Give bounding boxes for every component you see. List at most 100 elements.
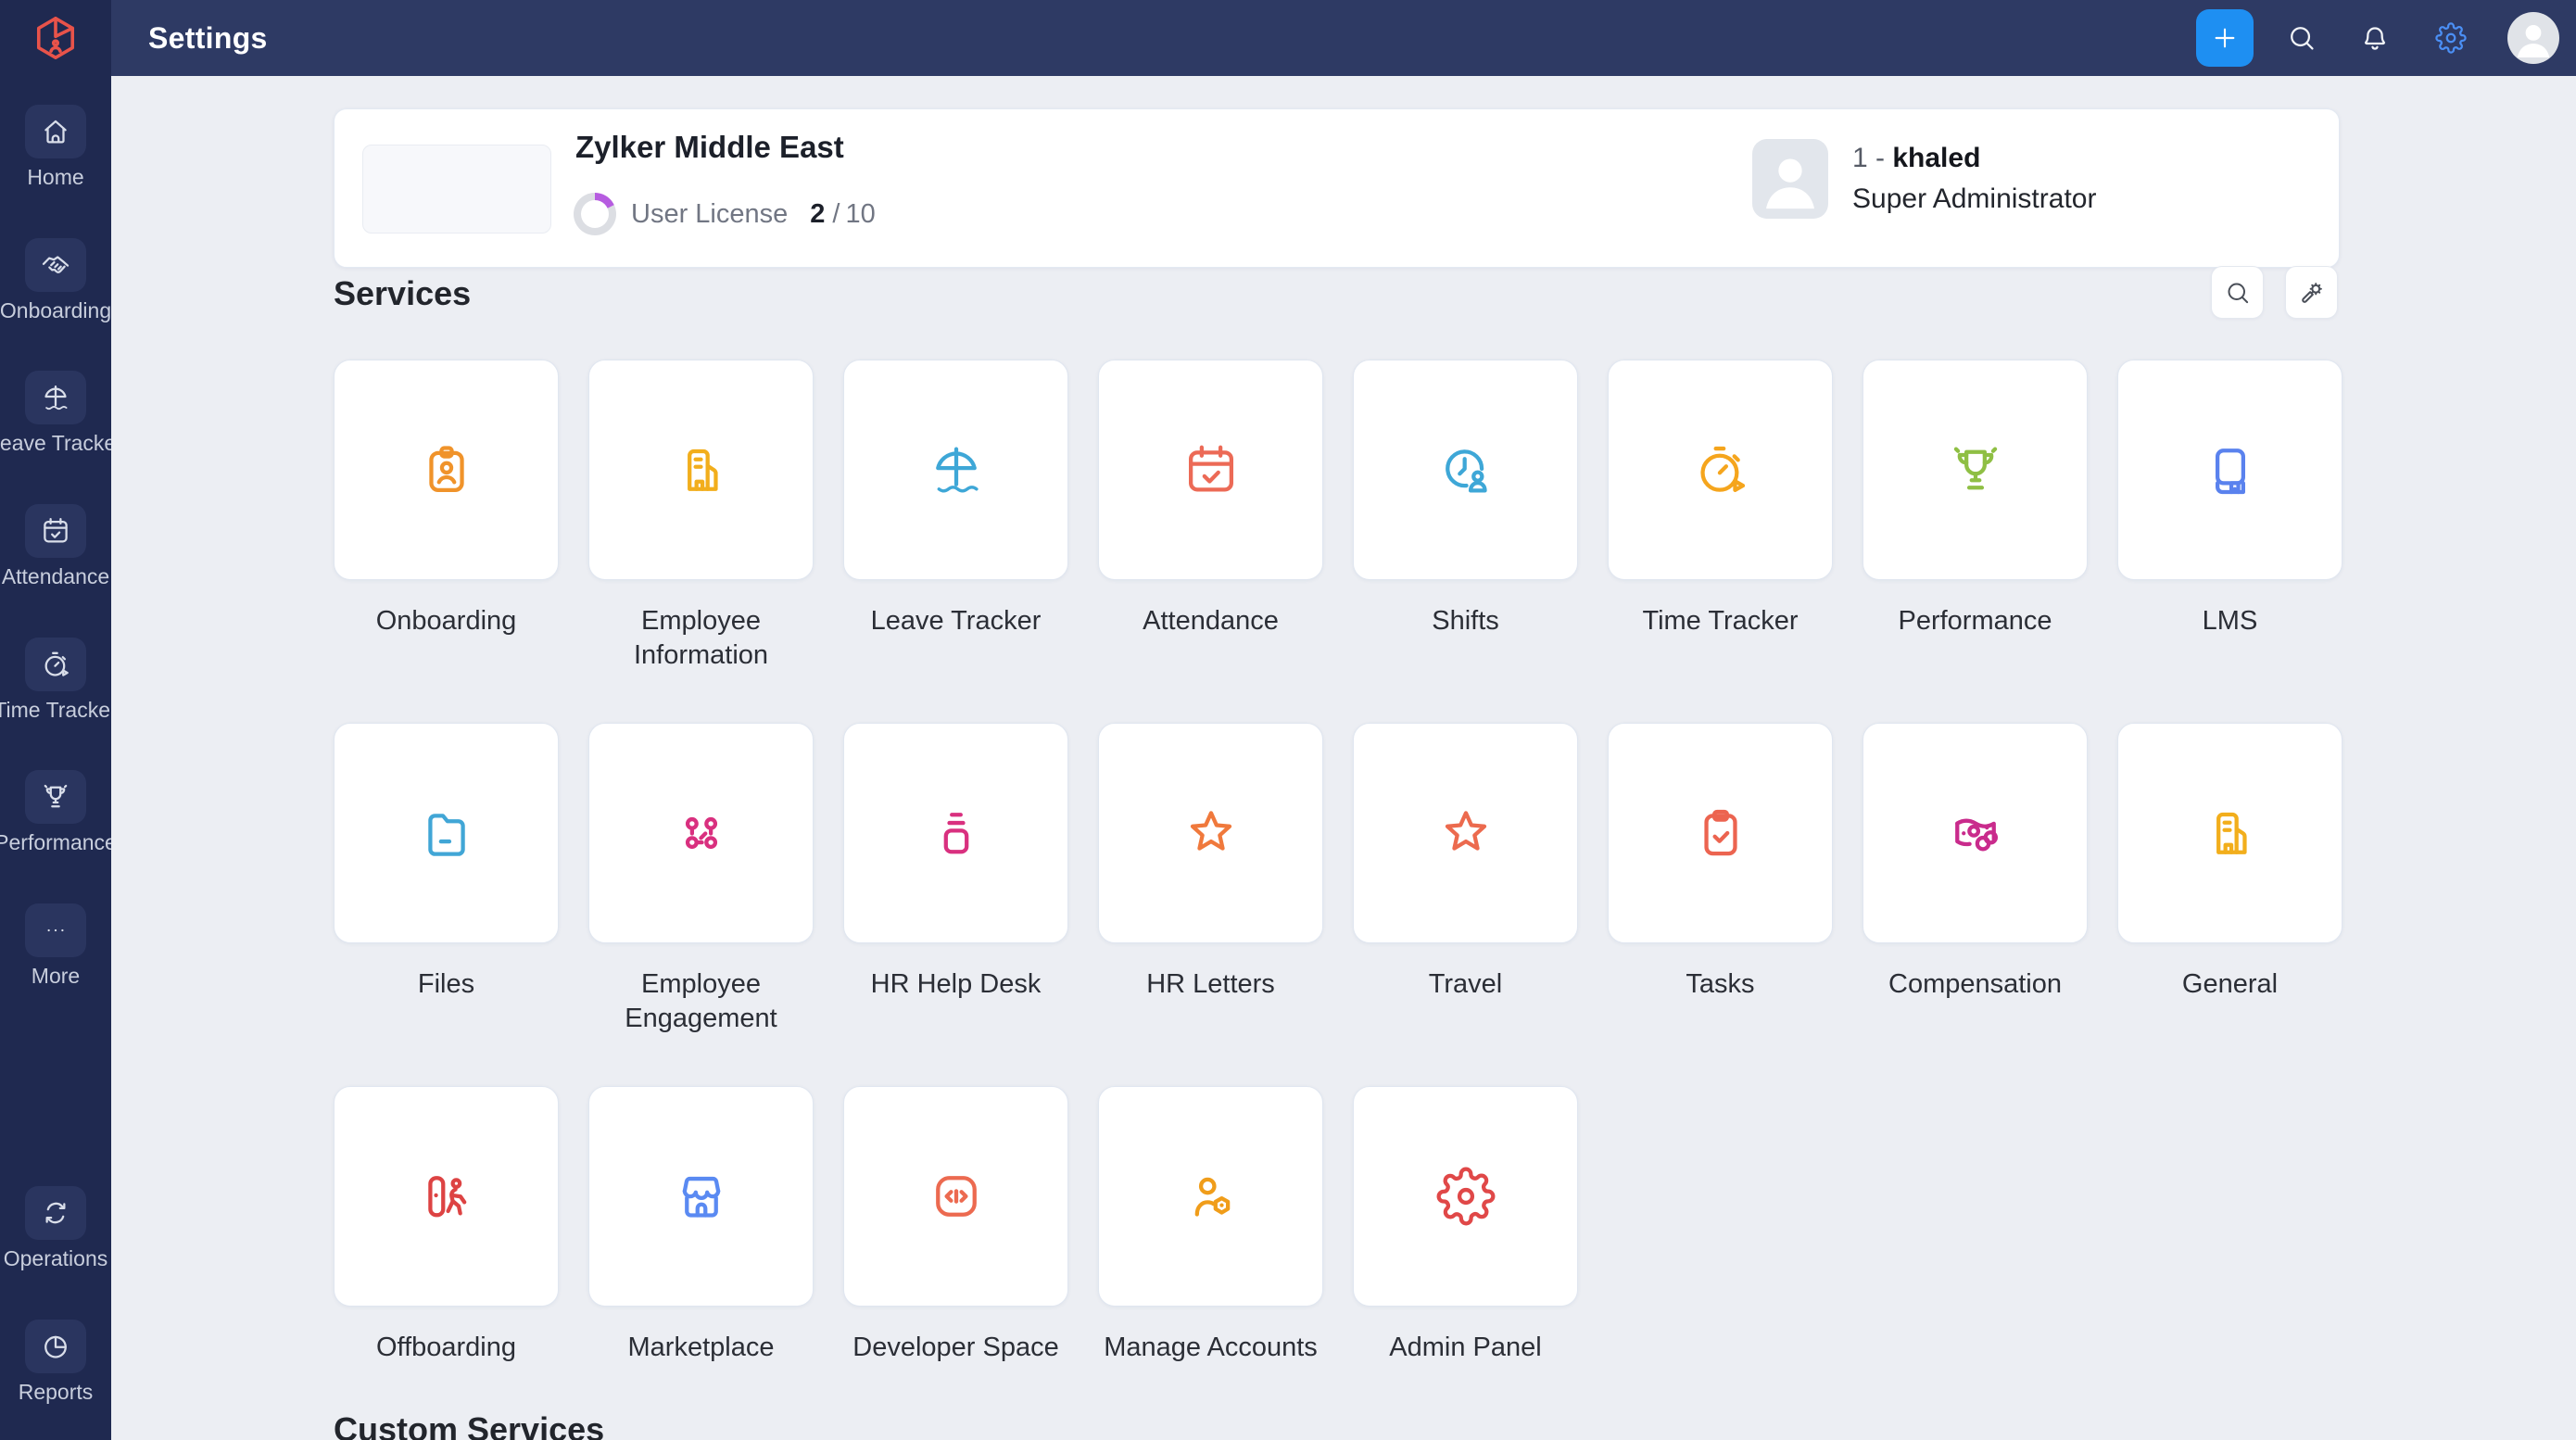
home-icon <box>40 116 71 147</box>
license-label: User License <box>631 199 788 230</box>
settings-gear-icon[interactable] <box>2435 22 2467 54</box>
stopwatch-icon <box>1691 440 1750 499</box>
stopwatch-icon <box>40 649 71 680</box>
service-card-admin-panel[interactable]: Admin Panel <box>1353 1086 1578 1440</box>
service-card-lms[interactable]: LMS <box>2117 360 2342 723</box>
organization-card: Zylker Middle East User License 2 / 10 1… <box>334 108 2340 268</box>
notifications-bell-icon[interactable] <box>2359 22 2391 54</box>
service-label: Performance <box>1851 604 2099 638</box>
service-card-attendance[interactable]: Attendance <box>1098 360 1323 723</box>
service-label: Offboarding <box>322 1331 570 1365</box>
service-card-tasks[interactable]: Tasks <box>1608 723 1833 1086</box>
add-button[interactable] <box>2196 9 2254 67</box>
service-card-employee-engagement[interactable]: Employee Engagement <box>588 723 814 1086</box>
service-card-performance[interactable]: Performance <box>1863 360 2088 723</box>
admin-avatar <box>1752 139 1828 219</box>
service-label: Shifts <box>1342 604 1589 638</box>
sidebar-item-label: Operations <box>4 1246 108 1271</box>
service-label: Leave Tracker <box>832 604 1080 638</box>
sidebar-item-performance[interactable]: Performance <box>0 770 111 855</box>
star-icon <box>1436 803 1496 863</box>
service-label: Files <box>322 967 570 1002</box>
trophy-icon <box>40 781 71 813</box>
services-search-button[interactable] <box>2211 266 2264 319</box>
service-card-marketplace[interactable]: Marketplace <box>588 1086 814 1440</box>
calendar-check-icon <box>1181 440 1241 499</box>
sync-icon <box>40 1197 71 1229</box>
organization-logo-placeholder <box>362 145 551 234</box>
sidebar-item-operations[interactable]: Operations <box>0 1186 111 1271</box>
services-section-title: Services <box>334 274 471 313</box>
building-icon <box>2201 803 2260 863</box>
app-logo[interactable] <box>0 0 111 76</box>
license-used-count: 2 <box>810 199 825 230</box>
clock-person-icon <box>1436 440 1496 499</box>
wrench-gear-icon <box>2298 279 2326 307</box>
plus-icon <box>2210 23 2240 53</box>
sidebar-item-onboarding[interactable]: Onboarding <box>0 238 111 323</box>
service-label: Compensation <box>1851 967 2099 1002</box>
search-icon[interactable] <box>2286 22 2317 54</box>
sidebar-item-reports[interactable]: Reports <box>0 1320 111 1405</box>
service-card-employee-information[interactable]: Employee Information <box>588 360 814 723</box>
service-label: Attendance <box>1087 604 1334 638</box>
zoho-people-logo-icon <box>31 13 81 63</box>
sidebar-item-time-tracker[interactable]: Time Tracker <box>0 638 111 723</box>
service-card-offboarding[interactable]: Offboarding <box>334 1086 559 1440</box>
service-label: Developer Space <box>832 1331 1080 1365</box>
handshake-icon <box>40 249 71 281</box>
engagement-dots-icon <box>672 803 731 863</box>
sidebar-item-more[interactable]: More <box>0 903 111 989</box>
service-card-developer-space[interactable]: Developer Space <box>843 1086 1068 1440</box>
gear-icon <box>1436 1167 1496 1226</box>
service-label: Admin Panel <box>1342 1331 1589 1365</box>
service-label: Time Tracker <box>1597 604 1844 638</box>
user-avatar[interactable] <box>2507 12 2559 64</box>
trophy-icon <box>1946 440 2005 499</box>
service-card-general[interactable]: General <box>2117 723 2342 1086</box>
user-license-row: User License 2 / 10 <box>574 193 876 235</box>
service-label: Onboarding <box>322 604 570 638</box>
book-icon <box>2201 440 2260 499</box>
service-card-hr-letters[interactable]: HR Letters <box>1098 723 1323 1086</box>
beach-umbrella-icon <box>927 440 986 499</box>
service-card-compensation[interactable]: Compensation <box>1863 723 2088 1086</box>
pie-chart-icon <box>40 1331 71 1362</box>
service-card-onboarding[interactable]: Onboarding <box>334 360 559 723</box>
license-separator: / <box>832 199 840 230</box>
star-icon <box>1181 803 1241 863</box>
id-badge-icon <box>417 440 476 499</box>
service-card-hr-help-desk[interactable]: HR Help Desk <box>843 723 1068 1086</box>
sidebar-item-label: Onboarding <box>0 298 111 323</box>
service-card-shifts[interactable]: Shifts <box>1353 360 1578 723</box>
admin-user-name: 1 - khaled <box>1852 143 2096 174</box>
service-label: Tasks <box>1597 967 1844 1002</box>
search-icon <box>2224 279 2252 307</box>
sidebar-item-label: Home <box>27 165 83 190</box>
organization-name: Zylker Middle East <box>575 130 844 165</box>
service-card-travel[interactable]: Travel <box>1353 723 1578 1086</box>
exit-door-person-icon <box>417 1167 476 1226</box>
top-bar: Settings <box>0 0 2576 76</box>
license-donut-chart <box>574 193 616 235</box>
service-label: Travel <box>1342 967 1589 1002</box>
service-card-time-tracker[interactable]: Time Tracker <box>1608 360 1833 723</box>
custom-services-section-title: Custom Services <box>334 1410 604 1440</box>
service-card-leave-tracker[interactable]: Leave Tracker <box>843 360 1068 723</box>
services-customize-button[interactable] <box>2285 266 2338 319</box>
service-card-manage-accounts[interactable]: Manage Accounts <box>1098 1086 1323 1440</box>
ellipsis-icon <box>40 915 71 946</box>
admin-user-summary: 1 - khaled Super Administrator <box>1752 139 2096 219</box>
sidebar-item-label: Attendance <box>2 564 109 589</box>
service-card-files[interactable]: Files <box>334 723 559 1086</box>
sidebar-item-attendance[interactable]: Attendance <box>0 504 111 589</box>
sidebar-item-leave-tracker[interactable]: Leave Tracker <box>0 371 111 456</box>
service-label: Employee Information <box>577 604 825 673</box>
sidebar-item-label: Time Tracker <box>0 698 111 723</box>
sidebar-item-label: More <box>32 964 80 989</box>
sidebar-item-home[interactable]: Home <box>0 105 111 190</box>
calendar-check-icon <box>40 515 71 547</box>
code-icon <box>927 1167 986 1226</box>
service-label: Employee Engagement <box>577 967 825 1036</box>
service-label: Marketplace <box>577 1331 825 1365</box>
